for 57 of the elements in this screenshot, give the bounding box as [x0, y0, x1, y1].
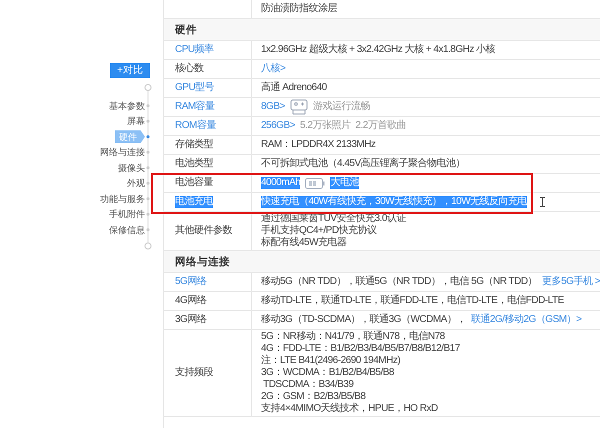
label-link[interactable]: 5G网络 — [175, 276, 206, 288]
value-text: 移动3G（TD-SCDMA），联通3G（WCDMA）， — [261, 314, 466, 326]
nav-item[interactable]: 手机附件 — [109, 208, 145, 220]
text-cursor-icon — [540, 197, 545, 207]
value-text: 注：LTE B41(2496-2690 194MHz) — [261, 355, 400, 367]
value-text: 支持4×4MIMO天线技术，HPUE，HO RxD — [261, 403, 438, 415]
value-text: 4G：FDD-LTE：B1/B2/B3/B4/B5/B7/B8/B12/B17 — [261, 343, 460, 354]
value-text: 不可拆卸式电池（4.45V高压锂离子聚合物电池） — [261, 158, 466, 170]
label-link[interactable]: RAM容量 — [175, 101, 215, 113]
nav-item[interactable]: 基本参数 — [109, 100, 145, 112]
row-label: 电池类型 — [175, 158, 213, 170]
row-label: 其他硬件参数 — [175, 225, 232, 237]
value-link[interactable]: 联通2G/移动2G（GSM）> — [470, 314, 582, 326]
gamepad-icon — [290, 99, 308, 115]
value-text: 防油渍防指纹涂层 — [261, 3, 337, 15]
battery-icon — [305, 178, 326, 188]
value-link[interactable]: 八核> — [261, 63, 286, 75]
compare-button[interactable]: +对比 — [110, 63, 150, 78]
nav-item[interactable]: 外观 — [127, 177, 145, 190]
row-label: 支持频段 — [175, 367, 213, 379]
value-text: 1x2.96GHz 超级大核 + 3x2.42GHz 大核 + 4x1.8GHz 小核 — [261, 44, 496, 56]
label-link[interactable]: 电池充电 — [175, 196, 213, 208]
row-label: 存储类型 — [175, 139, 213, 151]
label-link[interactable]: CPU频率 — [175, 44, 214, 56]
row-label: 电池容量 — [175, 177, 213, 189]
value-text: 高通 Adreno640 — [261, 82, 327, 94]
row-label: 4G网络 — [175, 295, 206, 307]
label-link[interactable]: ROM容量 — [175, 120, 216, 132]
value-link[interactable]: 8GB> — [261, 101, 285, 113]
nav-item[interactable]: 硬件 — [115, 130, 145, 144]
nav-item[interactable]: 保修信息 — [109, 224, 145, 236]
value-text: 5G：NR移动：N41/79，联通N78，电信N78 — [261, 331, 445, 343]
value-text: 2G：GSM：B2/B3/B5/B8 — [261, 391, 366, 402]
value-text: 移动5G（NR TDD），联通5G（NR TDD），电信 5G（NR TDD） — [261, 276, 538, 288]
value-text: 游戏运行流畅 — [312, 101, 370, 113]
value-text: 大电池 — [330, 177, 359, 189]
value-text: 标配有线45W充电器 — [261, 237, 347, 249]
value-text: TDSCDMA：B34/B39 — [262, 379, 354, 391]
value-text: RAM：LPDDR4X 2133MHz — [261, 139, 376, 151]
nav-item[interactable]: 屏幕 — [127, 115, 145, 128]
row-label: 3G网络 — [175, 314, 206, 326]
value-text: 移动TD-LTE，联通TD-LTE，联通FDD-LTE，电信TD-LTE，电信FDD-LTE — [261, 295, 564, 307]
label-link[interactable]: GPU型号 — [175, 82, 214, 94]
value-text: 3G：WCDMA：B1/B2/B4/B5/B8 — [261, 367, 394, 379]
nav-item[interactable]: 摄像头 — [118, 162, 145, 174]
value-text: 快速充电（40W有线快充，30W无线快充），10W无线反向充电 — [261, 196, 528, 208]
nav-item[interactable]: 功能与服务 — [100, 192, 145, 205]
section-title: 网络与连接 — [175, 256, 230, 268]
value-text: 5.2万张照片 — [300, 120, 350, 132]
row-label: 核心数 — [175, 63, 204, 75]
value-text: 4000mAh — [261, 177, 300, 189]
section-title: 硬件 — [175, 24, 197, 36]
value-link[interactable]: 更多5G手机 > — [542, 276, 600, 288]
value-text: 手机支持QC4+/PD快充协议 — [261, 225, 377, 236]
value-text: 2.2万首歌曲 — [355, 120, 406, 132]
nav-item[interactable]: 网络与连接 — [100, 146, 145, 158]
value-link[interactable]: 256GB> — [261, 120, 295, 132]
